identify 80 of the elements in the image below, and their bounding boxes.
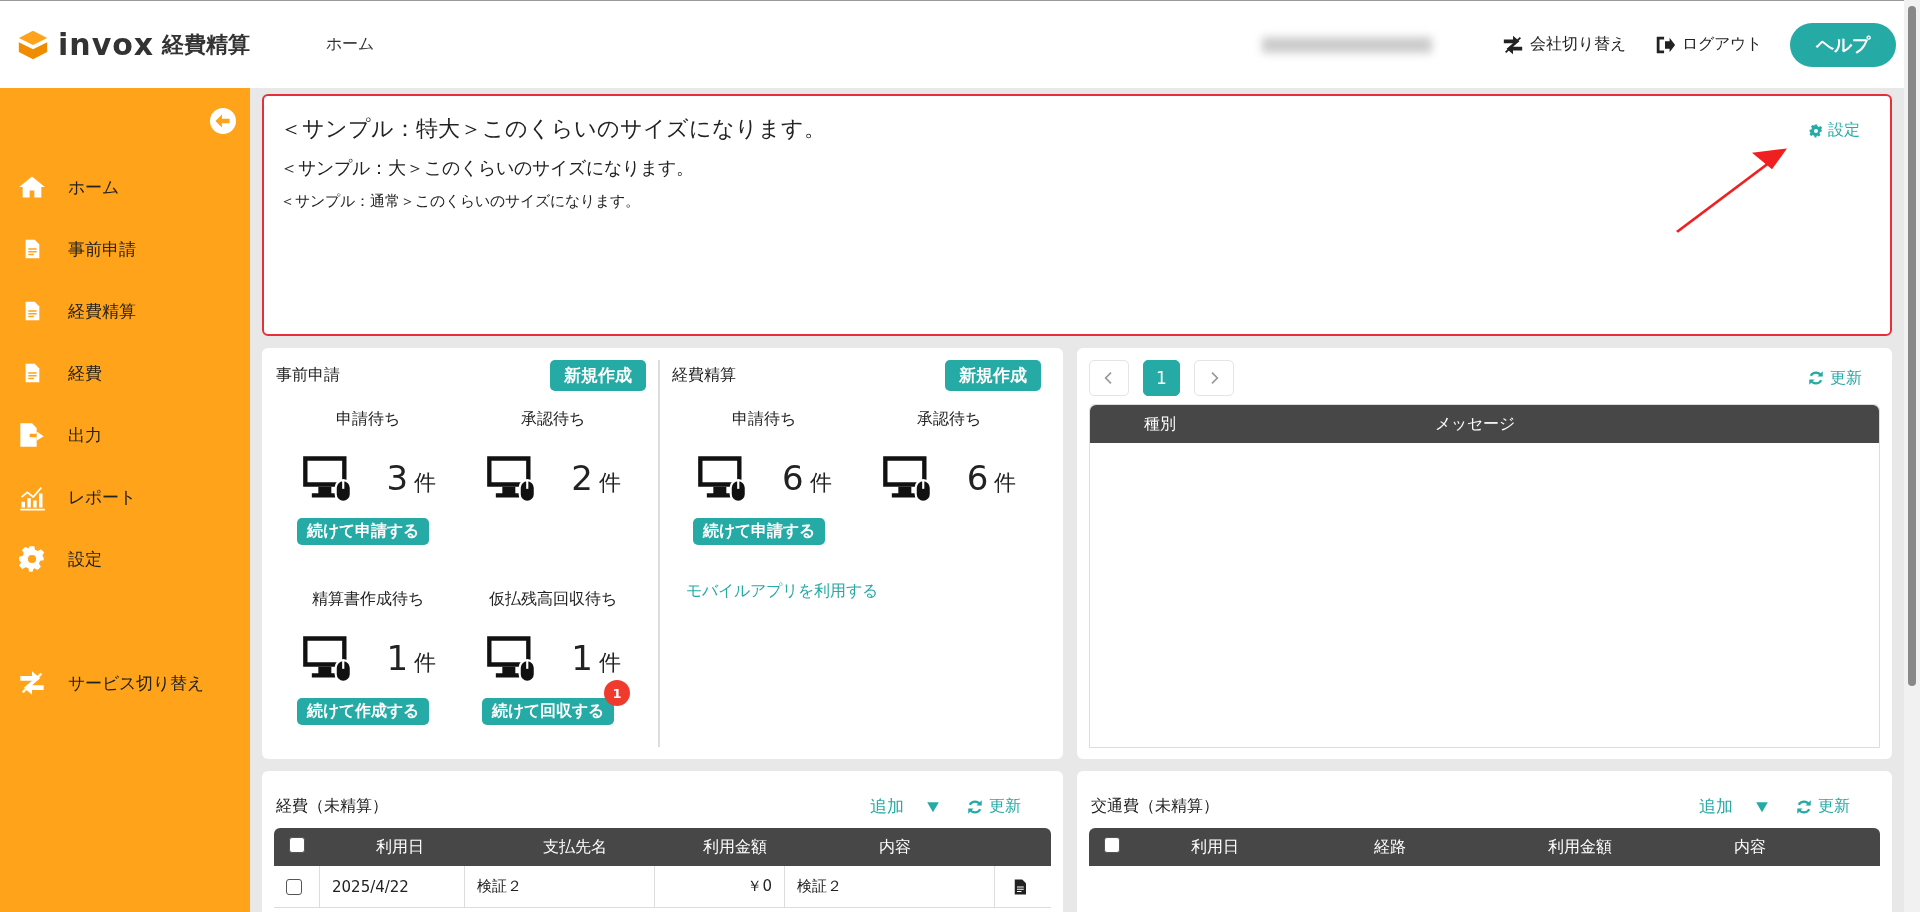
unit-label: 件 [994,469,1017,497]
dropdown-triangle-icon [1755,799,1769,814]
table-cell: 検証２ [465,866,655,907]
table-cell: 検証２ [785,866,995,907]
sample-text: ＜サンプル：大＞このくらいのサイズになります。 [280,156,695,180]
sample-text: ＜サンプル：通常＞このくらいのサイズになります。 [280,192,641,211]
continue-button[interactable]: 続けて申請する [692,518,825,545]
count: 6 [966,458,989,498]
refresh-button[interactable]: 更新 [1789,795,1856,818]
notification-badge: 1 [604,680,631,706]
unit-label: 件 [809,469,832,497]
section-title: 事前申請 [276,365,340,386]
new-button[interactable]: 新規作成 [945,360,1041,391]
product-name: 経費精算 [162,30,251,59]
settings-link[interactable]: 設定 [1809,120,1860,141]
column-header: 利用日 [1190,836,1240,858]
status-label: 申請待ち [336,409,401,430]
column-header: 利用日 [375,836,425,858]
page-scrollbar[interactable] [1904,0,1920,912]
unit-label: 件 [414,469,437,497]
column-header: 内容 [1733,836,1767,858]
sidebar-item[interactable]: 出力 [0,404,250,466]
count: 6 [782,458,804,498]
select-all-checkbox[interactable] [289,837,305,853]
sidebar-item[interactable]: レポート [0,466,250,528]
sidebar-item[interactable]: ホーム [0,156,250,218]
sidebar-item[interactable]: 設定 [0,528,250,590]
unit-label: 件 [414,649,437,677]
swap-arrows-icon [1502,33,1524,56]
select-all-checkbox[interactable] [1104,837,1120,853]
sidebar-item[interactable]: 経費 [0,342,250,404]
row-checkbox[interactable] [286,878,302,895]
file-export-icon [18,421,46,449]
add-button[interactable]: 追加 [870,795,940,818]
count: 1 [386,638,409,678]
swap-arrows-icon [18,669,46,697]
column-header: 種別 [1143,413,1177,435]
settings-icon [1809,123,1823,138]
unit-label: 件 [598,469,621,497]
status-label: 申請待ち [731,409,796,430]
add-button[interactable]: 追加 [1699,795,1769,818]
count: 2 [571,458,593,498]
panel-title: 経費（未精算） [276,796,388,817]
column-header: 利用金額 [1547,836,1613,858]
count: 3 [386,458,409,498]
continue-button[interactable]: 続けて回収する [482,698,615,725]
count: 1 [571,638,593,678]
unit-label: 件 [598,649,621,677]
status-label: 仮払残高回収待ち [489,589,618,610]
column-header: 利用金額 [702,836,768,858]
sidebar-item[interactable]: サービス切り替え [0,652,250,714]
refresh-icon [1807,369,1825,387]
panel-title: 交通費（未精算） [1091,796,1219,817]
logo-text: invox [58,27,155,62]
table-cell: 2025/4/22 [320,866,465,907]
logout-link[interactable]: ログアウト [1654,33,1762,56]
page-button[interactable]: 1 [1143,360,1180,396]
company-switch-link[interactable]: 会社切り替え [1502,33,1626,56]
dropdown-triangle-icon [926,799,940,814]
refresh-button[interactable]: 更新 [960,795,1027,818]
new-button[interactable]: 新規作成 [549,360,646,391]
help-button[interactable]: ヘルプ [1790,22,1896,67]
mobile-app-link[interactable]: モバイルアプリを利用する [685,581,1041,602]
nav-link[interactable]: ホーム [326,34,374,55]
status-label: 承認待ち [521,409,586,430]
column-header: 経路 [1373,836,1407,858]
sidebar-item[interactable]: 事前申請 [0,218,250,280]
sidebar-item[interactable]: 経費精算 [0,280,250,342]
section-title: 経費精算 [671,365,736,386]
refresh-button[interactable]: 更新 [1801,366,1868,390]
continue-button[interactable]: 続けて作成する [297,698,430,725]
table-cell: ￥0 [655,866,785,907]
column-header: メッセージ [1433,413,1516,435]
sample-text: ＜サンプル：特大＞このくらいのサイズになります。 [280,115,826,143]
continue-button[interactable]: 続けて申請する [297,518,430,545]
column-header: 内容 [878,836,912,858]
status-label: 承認待ち [916,409,981,430]
column-header: 支払先名 [542,836,608,858]
settings-icon [18,545,46,573]
status-label: 精算書作成待ち [312,589,425,610]
